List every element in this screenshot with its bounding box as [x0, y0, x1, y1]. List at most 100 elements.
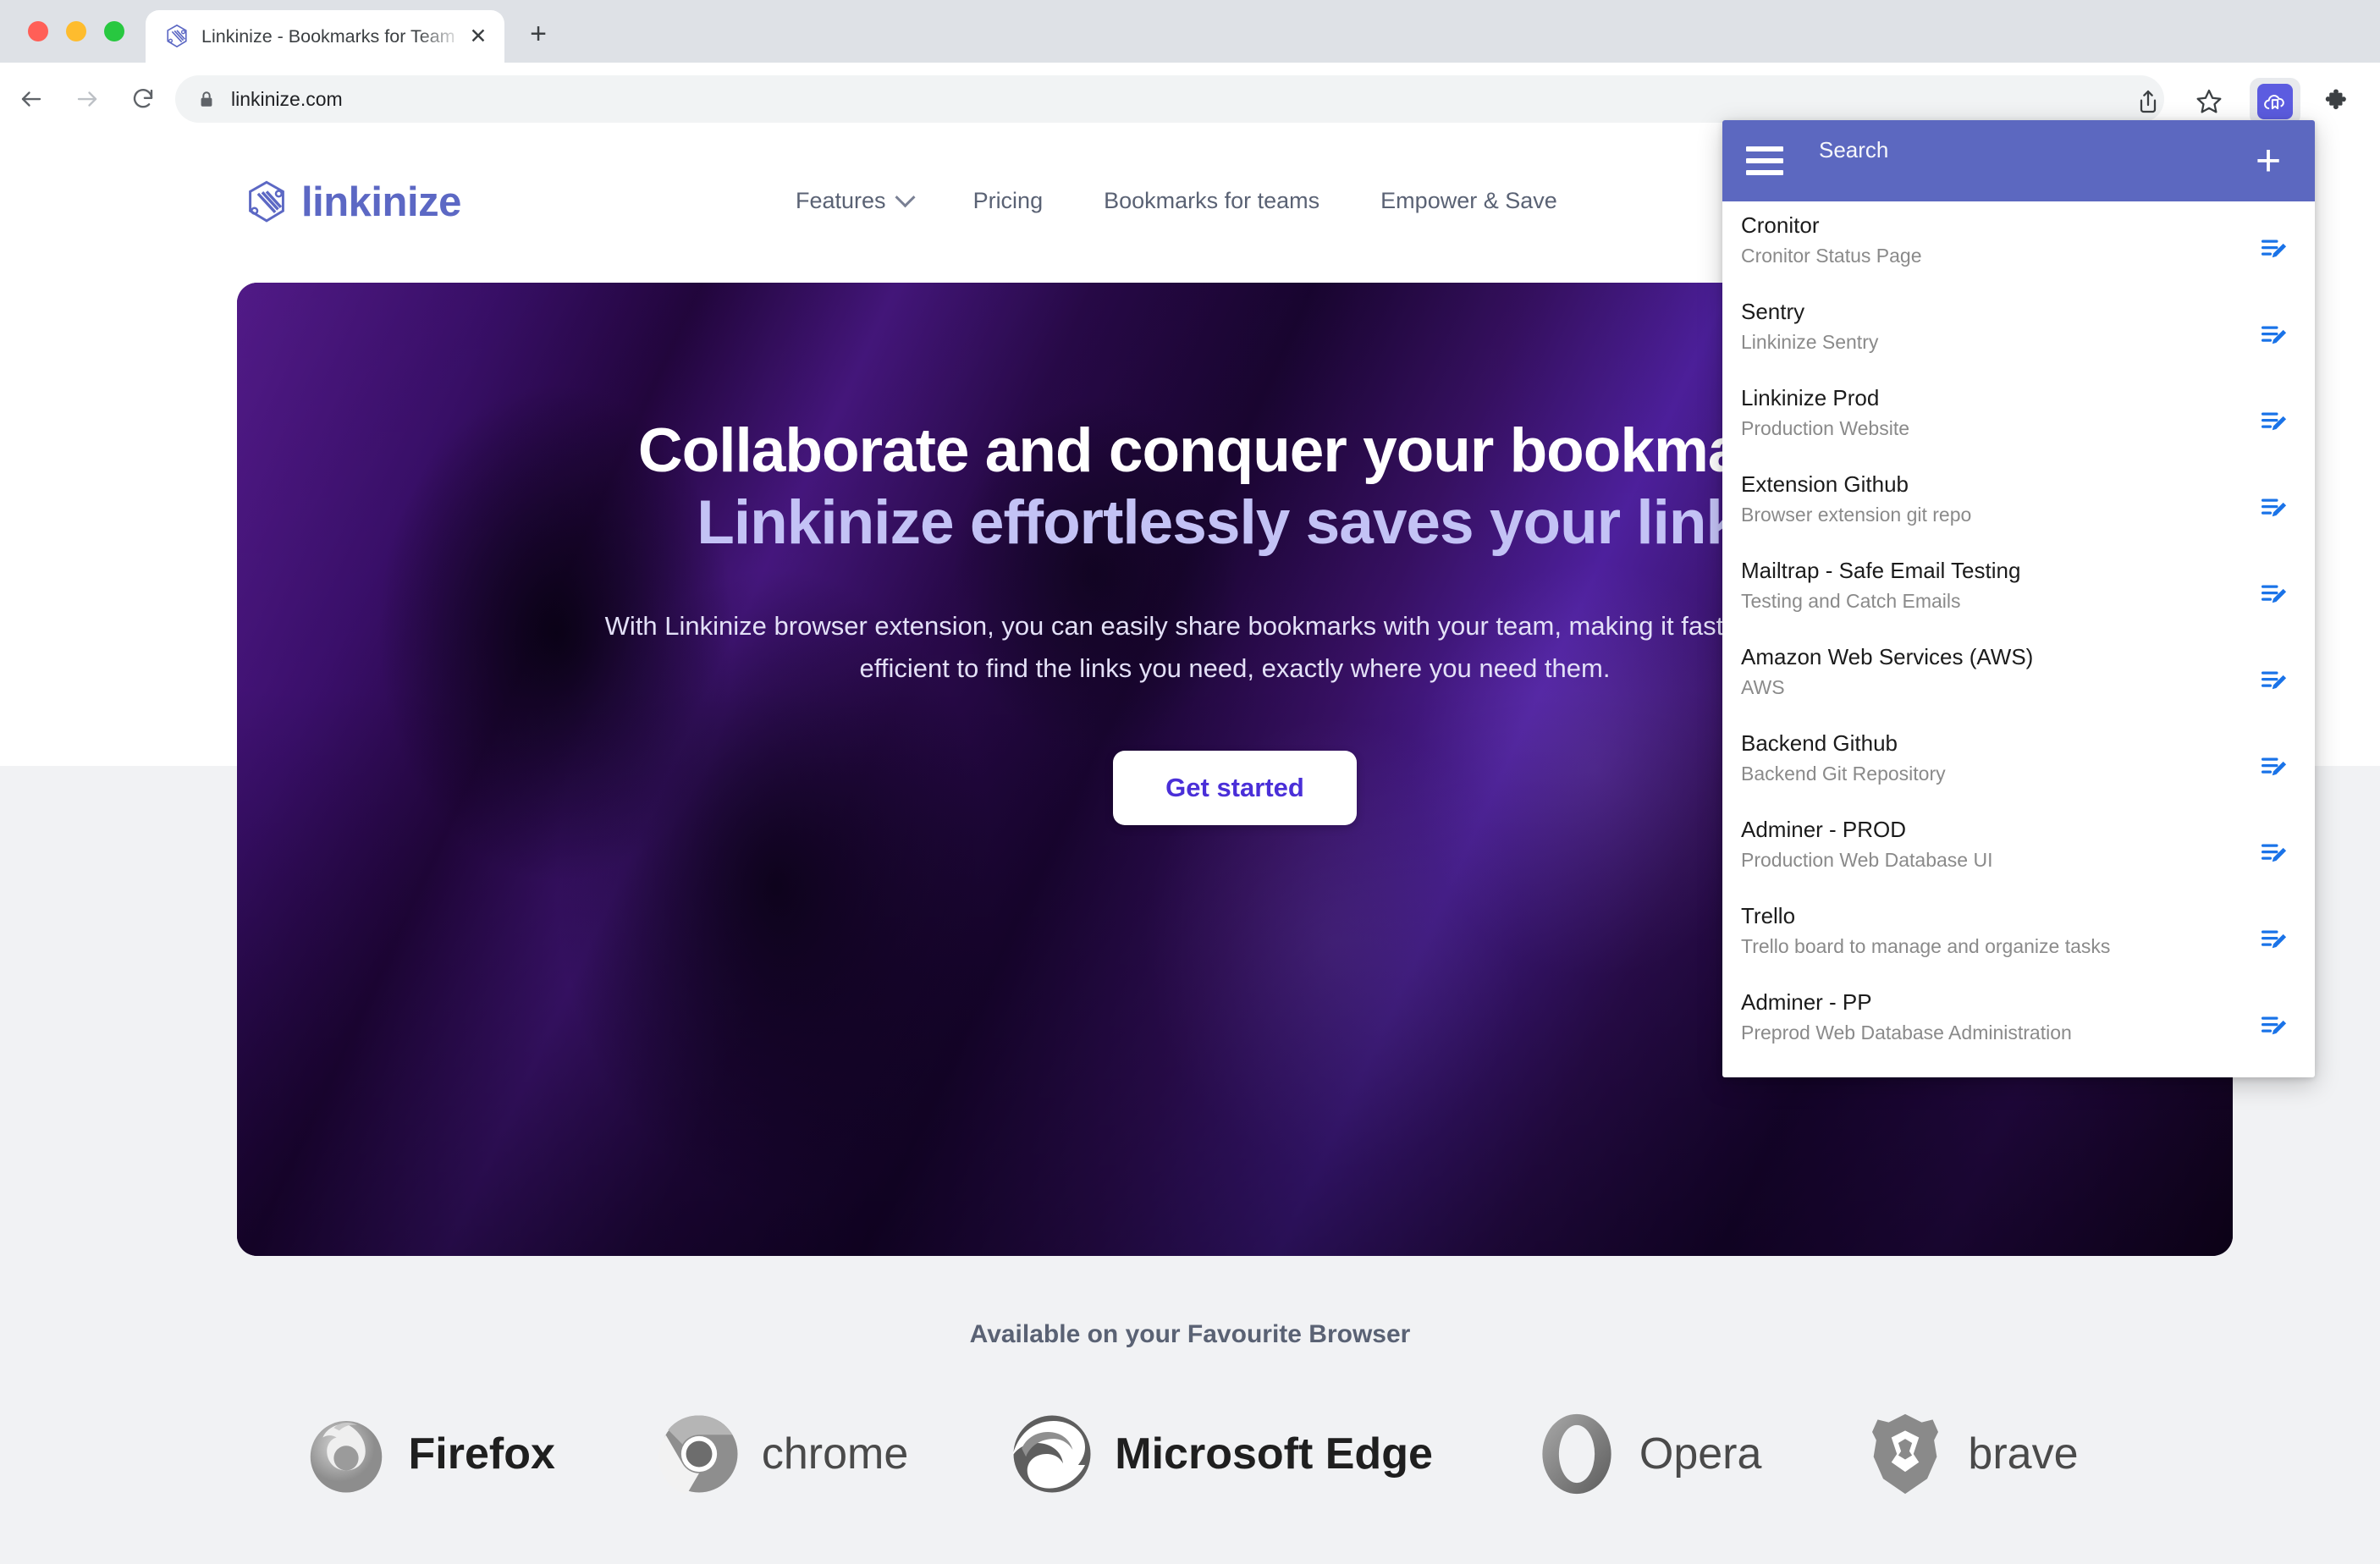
bookmark-description: Production Web Database UI [1741, 848, 1993, 871]
list-item[interactable]: Trello Trello board to manage and organi… [1722, 892, 2315, 978]
list-item[interactable]: Mailtrap - Safe Email Testing Testing an… [1722, 547, 2315, 633]
available-browsers-section: Available on your Favourite Browser Fire… [0, 1320, 2380, 1498]
bookmark-description: Backend Git Repository [1741, 762, 1946, 785]
bookmark-description: Preprod Web Database Administration [1741, 1021, 2072, 1044]
browser-tab-title: Linkinize - Bookmarks for Team [201, 25, 455, 47]
browser-label-chrome: chrome [761, 1429, 909, 1479]
bookmark-texts: Cronitor Cronitor Status Page [1741, 212, 1922, 267]
browser-titlebar: Linkinize - Bookmarks for Team ✕ + [0, 0, 2380, 63]
linkinize-cloud-bookmark-icon [2257, 84, 2293, 119]
edit-note-icon[interactable] [2259, 579, 2289, 609]
bookmark-texts: Sentry Linkinize Sentry [1741, 299, 1879, 353]
nav-item-bookmarks-for-teams-label: Bookmarks for teams [1104, 188, 1320, 213]
browser-label-opera: Opera [1639, 1429, 1762, 1479]
nav-item-features[interactable]: Features [796, 187, 916, 214]
list-item[interactable]: Amazon Web Services (AWS) AWS [1722, 633, 2315, 719]
omnibox-url-text: linkinize.com [231, 87, 343, 110]
edit-note-icon[interactable] [2259, 1011, 2289, 1041]
browser-item-opera: Opera [1533, 1410, 1762, 1498]
edit-note-icon[interactable] [2259, 406, 2289, 437]
bookmark-title: Trello [1741, 903, 1796, 928]
edit-note-icon[interactable] [2259, 493, 2289, 523]
browser-window: Linkinize - Bookmarks for Team ✕ + linki… [0, 0, 2380, 1564]
browser-item-chrome: chrome [655, 1410, 908, 1498]
list-item[interactable]: Sentry Linkinize Sentry [1722, 288, 2315, 374]
bookmark-description: Testing and Catch Emails [1741, 589, 1961, 612]
get-started-button[interactable]: Get started [1113, 751, 1357, 826]
edit-note-icon[interactable] [2259, 665, 2289, 696]
edit-note-icon[interactable] [2259, 320, 2289, 350]
site-main-nav: Features Pricing Bookmarks for teams Emp… [796, 187, 1557, 214]
available-browsers-title: Available on your Favourite Browser [969, 1320, 1411, 1348]
hamburger-bar [1746, 158, 1783, 163]
lock-icon [201, 91, 212, 107]
hero-heading: Collaborate and conquer your bookmarks L… [638, 415, 1832, 559]
list-item[interactable]: Linkinize Prod Production Website [1722, 374, 2315, 460]
list-item[interactable]: Adminer - PP Preprod Web Database Admini… [1722, 978, 2315, 1065]
hero-heading-line1: Collaborate and conquer your bookmarks [637, 416, 1832, 485]
minimize-window-button[interactable] [66, 21, 86, 41]
bookmark-texts: Extension Github Browser extension git r… [1741, 471, 1972, 526]
bookmark-description: Cronitor Status Page [1741, 244, 1922, 267]
edit-note-icon[interactable] [2259, 234, 2289, 264]
bookmark-texts: Mailtrap - Safe Email Testing Testing an… [1741, 558, 2020, 612]
maximize-window-button[interactable] [104, 21, 124, 41]
browser-logos-row: Firefox chrome Microsoft Edge Opera brav… [0, 1410, 2380, 1498]
bookmark-texts: Amazon Web Services (AWS) AWS [1741, 644, 2034, 698]
list-item[interactable]: Backend Github Backend Git Repository [1722, 719, 2315, 806]
linkinize-hexagon-logo [249, 180, 284, 223]
nav-item-pricing[interactable]: Pricing [973, 188, 1044, 214]
bookmark-texts: Backend Github Backend Git Repository [1741, 730, 1946, 785]
bookmark-list[interactable]: Cronitor Cronitor Status Page Sentry Lin… [1722, 201, 2315, 1077]
reload-icon[interactable] [124, 80, 163, 118]
site-brand[interactable]: linkinize [244, 178, 461, 227]
bookmark-description: AWS [1741, 675, 1785, 698]
chrome-logo [658, 1415, 738, 1495]
bookmark-texts: Adminer - PP Preprod Web Database Admini… [1741, 989, 2072, 1044]
browser-item-brave: brave [1861, 1410, 2078, 1498]
list-item[interactable]: Adminer - PROD Production Web Database U… [1722, 806, 2315, 892]
bookmark-title: Adminer - PROD [1741, 817, 1907, 842]
search-input[interactable]: Search [1819, 120, 2245, 201]
chevron-down-icon [895, 187, 916, 208]
popup-header: Search + [1722, 120, 2315, 201]
hero-subtext: With Linkinize browser extension, you ca… [604, 610, 1865, 684]
bookmark-description: Linkinize Sentry [1741, 330, 1879, 353]
new-tab-button[interactable]: + [521, 17, 555, 51]
linkinize-logo-icon [167, 24, 187, 48]
omnibox-address-bar[interactable]: linkinize.com [175, 75, 2164, 123]
bookmark-title: Amazon Web Services (AWS) [1741, 644, 2034, 669]
search-input-placeholder: Search [1819, 137, 1889, 162]
browser-tab-active[interactable]: Linkinize - Bookmarks for Team ✕ [146, 10, 504, 63]
puzzle-piece-icon[interactable] [2312, 80, 2360, 124]
nav-item-bookmarks-for-teams[interactable]: Bookmarks for teams [1104, 188, 1319, 214]
bookmark-title: Extension Github [1741, 471, 1909, 497]
list-item[interactable]: Extension Github Browser extension git r… [1722, 460, 2315, 547]
share-icon[interactable] [2124, 80, 2172, 124]
nav-item-pricing-label: Pricing [972, 188, 1044, 213]
bookmark-description: Browser extension git repo [1741, 503, 1972, 526]
bookmark-title: Linkinize Prod [1741, 385, 1880, 410]
browser-label-brave: brave [1968, 1429, 2079, 1479]
edit-note-icon[interactable] [2259, 838, 2289, 868]
bookmark-description: Production Website [1741, 416, 1910, 439]
window-traffic-lights [28, 21, 124, 41]
browser-label-edge: Microsoft Edge [1115, 1429, 1433, 1479]
extension-linkinize-button[interactable] [2250, 78, 2300, 125]
forward-arrow-icon[interactable] [68, 80, 107, 118]
toolbar-actions [2118, 78, 2366, 125]
close-window-button[interactable] [28, 21, 48, 41]
hamburger-menu-icon[interactable] [1746, 138, 1792, 184]
edit-note-icon[interactable] [2259, 924, 2289, 955]
tab-strip: Linkinize - Bookmarks for Team ✕ + [146, 10, 555, 63]
add-bookmark-button[interactable]: + [2245, 138, 2291, 184]
bookmark-description: Trello board to manage and organize task… [1741, 934, 2111, 957]
back-arrow-icon[interactable] [12, 80, 51, 118]
close-tab-button[interactable]: ✕ [464, 22, 493, 51]
bookmark-title: Sentry [1741, 299, 1805, 324]
hamburger-bar [1746, 146, 1783, 151]
list-item[interactable]: Cronitor Cronitor Status Page [1722, 201, 2315, 288]
star-icon[interactable] [2185, 80, 2233, 124]
edit-note-icon[interactable] [2259, 752, 2289, 782]
nav-item-empower-and-save[interactable]: Empower & Save [1380, 188, 1557, 214]
